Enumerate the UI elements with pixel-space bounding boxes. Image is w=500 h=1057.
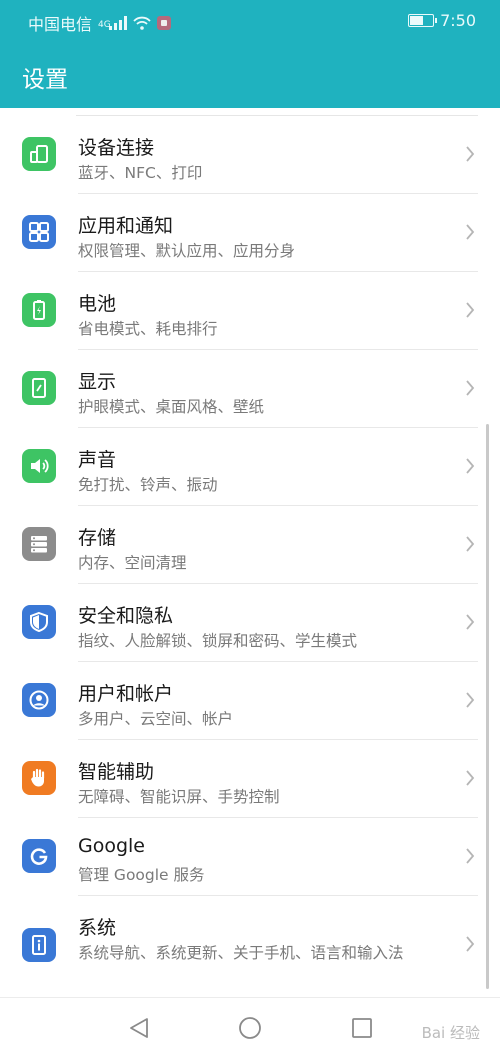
chevron-right-icon [466,146,475,162]
settings-item-sound[interactable]: 声音 免打扰、铃声、振动 [0,428,500,506]
settings-item-subtitle: 护眼模式、桌面风格、壁纸 [78,398,265,416]
settings-item-subtitle: 免打扰、铃声、振动 [78,476,218,494]
settings-item-subtitle: 权限管理、默认应用、应用分身 [78,242,296,260]
app-bar: 设置 [0,42,500,108]
user-account-icon [22,683,56,717]
settings-list: 设备连接 蓝牙、NFC、打印 应用和通知 权限管理、默认应用、应用分身 电池 省… [0,116,500,994]
settings-item-battery[interactable]: 电池 省电模式、耗电排行 [0,272,500,350]
shield-icon [22,605,56,639]
scrollbar[interactable] [486,424,489,989]
chevron-right-icon [466,302,475,318]
cellular-signal-icon: 4G [98,16,127,30]
chevron-right-icon [466,936,475,952]
home-notification-icon [156,16,171,30]
chevron-right-icon [466,770,475,786]
settings-item-device-connection[interactable]: 设备连接 蓝牙、NFC、打印 [0,116,500,194]
settings-item-security[interactable]: 安全和隐私 指纹、人脸解锁、锁屏和密码、学生模式 [0,584,500,662]
settings-item-title: Google [78,835,146,857]
settings-item-subtitle: 系统导航、系统更新、关于手机、语言和输入法 [78,944,404,962]
display-icon [22,371,56,405]
chevron-right-icon [466,536,475,552]
settings-item-subtitle: 内存、空间清理 [78,554,187,572]
settings-item-title: 显示 [78,371,117,393]
page-title: 设置 [22,67,68,93]
settings-item-title: 用户和帐户 [78,683,174,705]
chevron-right-icon [466,458,475,474]
chevron-right-icon [466,614,475,630]
back-icon[interactable] [127,1016,151,1040]
clock: 7:50 [440,11,476,30]
settings-item-apps[interactable]: 应用和通知 权限管理、默认应用、应用分身 [0,194,500,272]
settings-item-title: 应用和通知 [78,215,174,237]
settings-item-title: 声音 [78,449,117,471]
system-info-icon [22,928,56,962]
home-icon[interactable] [238,1016,262,1040]
device-connection-icon [22,137,56,171]
settings-item-users-accounts[interactable]: 用户和帐户 多用户、云空间、帐户 [0,662,500,740]
recent-apps-icon[interactable] [350,1016,374,1040]
carrier-name: 中国电信 [28,15,93,34]
settings-item-title: 电池 [78,293,117,315]
chevron-right-icon [466,692,475,708]
settings-item-title: 设备连接 [78,137,155,159]
settings-item-display[interactable]: 显示 护眼模式、桌面风格、壁纸 [0,350,500,428]
settings-item-subtitle: 蓝牙、NFC、打印 [78,164,203,182]
settings-item-subtitle: 多用户、云空间、帐户 [78,710,234,728]
settings-item-google[interactable]: Google 管理 Google 服务 [0,818,500,896]
settings-item-title: 安全和隐私 [78,605,174,627]
wifi-icon [133,16,151,30]
settings-item-subtitle: 管理 Google 服务 [78,866,205,884]
chevron-right-icon [466,380,475,396]
settings-item-smart-assist[interactable]: 智能辅助 无障碍、智能识屏、手势控制 [0,740,500,818]
watermark: Bai 经验 [421,1024,480,1042]
apps-grid-icon [22,215,56,249]
settings-item-system[interactable]: 系统 系统导航、系统更新、关于手机、语言和输入法 [0,896,500,994]
battery-icon [408,14,438,27]
settings-item-subtitle: 指纹、人脸解锁、锁屏和密码、学生模式 [78,632,358,650]
chevron-right-icon [466,224,475,240]
speaker-icon [22,449,56,483]
settings-item-subtitle: 省电模式、耗电排行 [78,320,218,338]
google-icon [22,839,56,873]
settings-item-storage[interactable]: 存储 内存、空间清理 [0,506,500,584]
chevron-right-icon [466,848,475,864]
settings-item-subtitle: 无障碍、智能识屏、手势控制 [78,788,280,806]
battery-icon [22,293,56,327]
settings-item-title: 智能辅助 [78,761,155,783]
storage-icon [22,527,56,561]
settings-item-title: 存储 [78,527,117,549]
status-bar: 中国电信 4G 7:50 [0,0,500,42]
navigation-bar: Bai 经验 [0,997,500,1057]
hand-icon [22,761,56,795]
settings-item-title: 系统 [78,917,117,939]
